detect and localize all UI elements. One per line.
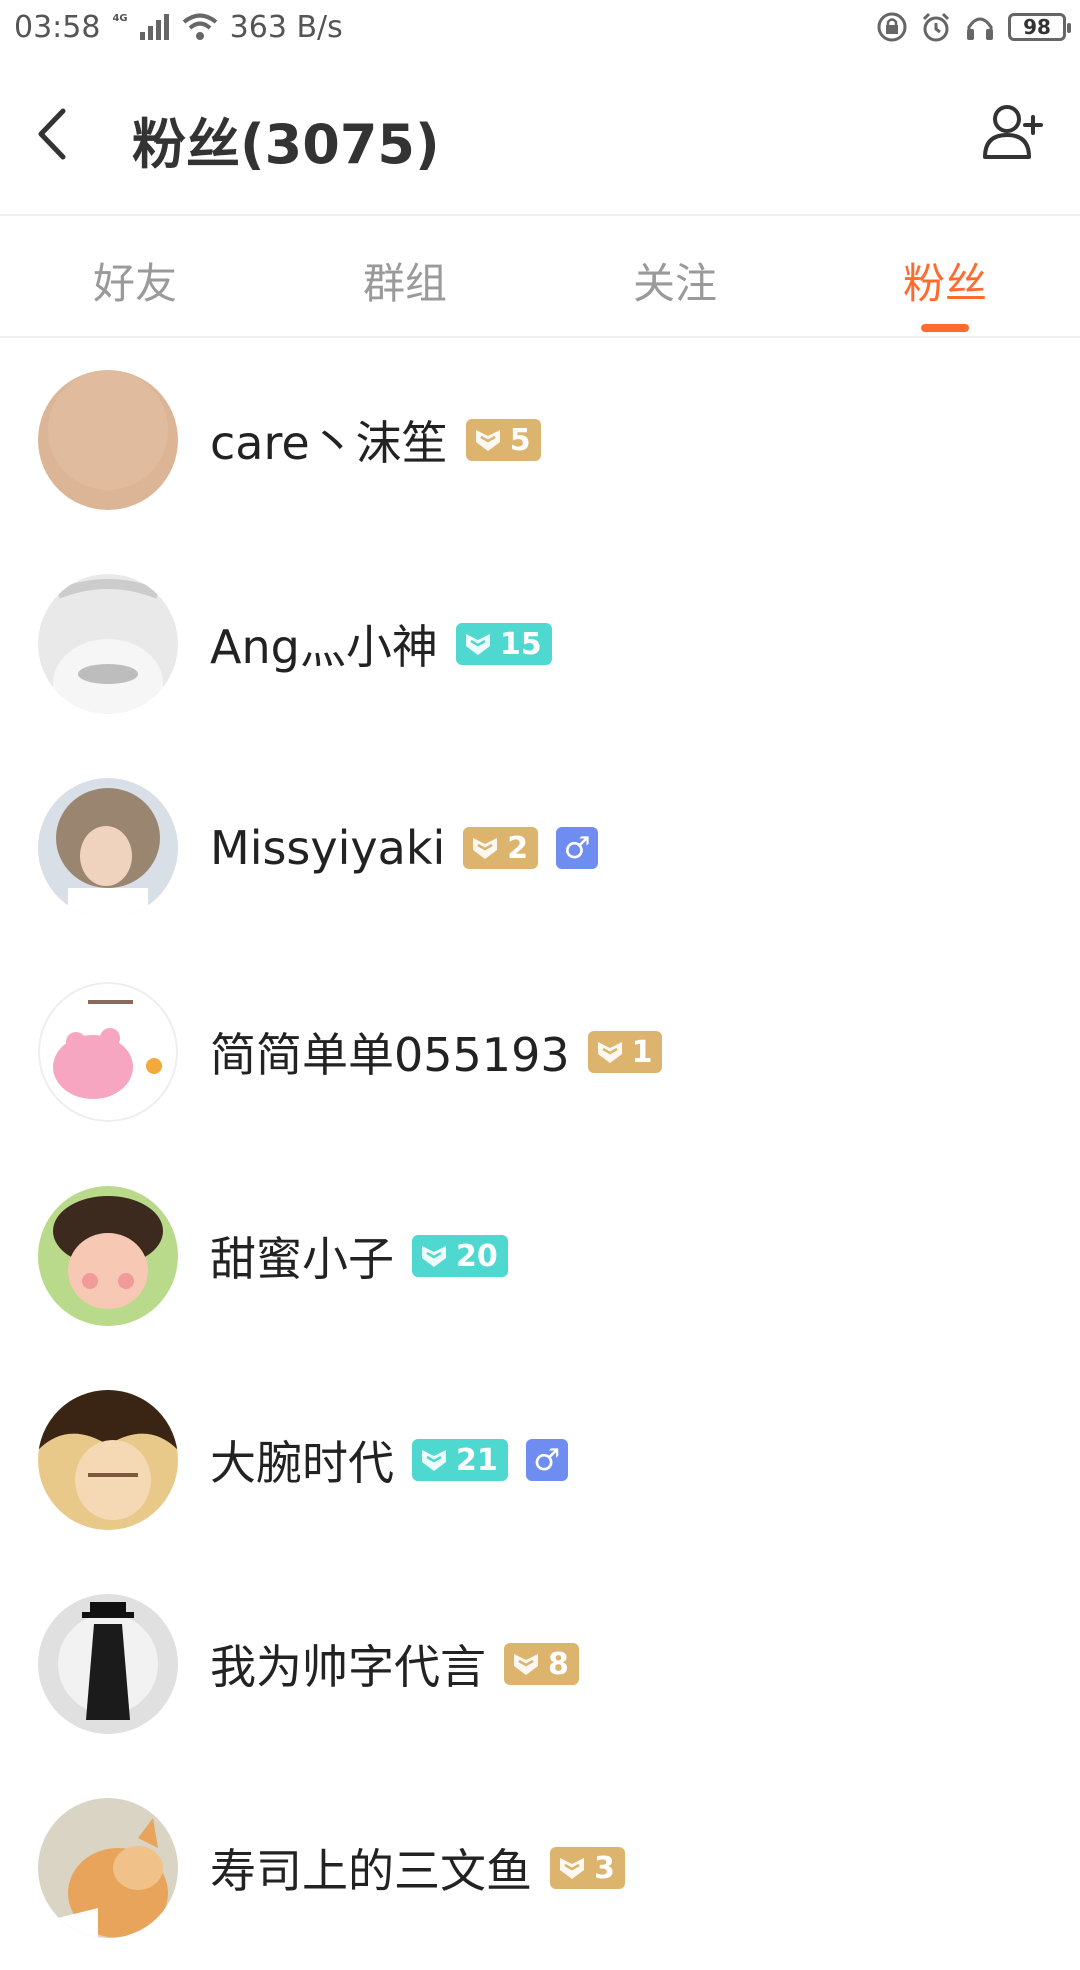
fan-name: Missyiyaki xyxy=(210,821,446,875)
list-item[interactable]: care丶沫笙 5 xyxy=(0,338,1080,542)
back-arrow-icon xyxy=(35,107,71,165)
list-item[interactable]: Ang灬小神 15 xyxy=(0,542,1080,746)
fan-name: 我为帅字代言 xyxy=(210,1640,486,1694)
fan-info: 简简单单055193 1 xyxy=(210,1019,663,1085)
level-value: 8 xyxy=(548,1646,569,1682)
network-type: 4G xyxy=(112,13,128,24)
list-item[interactable]: 甜蜜小子 20 xyxy=(0,1154,1080,1358)
status-bar-left: 03:58 4G 363 B/s xyxy=(14,10,343,45)
level-value: 3 xyxy=(594,1850,615,1886)
level-badge: 3 xyxy=(550,1847,625,1889)
shield-icon xyxy=(420,1243,448,1269)
shield-icon xyxy=(596,1039,624,1065)
network-speed: 363 B/s xyxy=(229,9,343,45)
avatar[interactable] xyxy=(38,1594,178,1734)
level-badge: 5 xyxy=(465,419,541,461)
level-value: 15 xyxy=(499,626,542,662)
fan-info: 寿司上的三文鱼 3 xyxy=(210,1835,625,1901)
level-value: 20 xyxy=(456,1238,498,1274)
alarm-icon xyxy=(920,11,952,43)
fan-name: 寿司上的三文鱼 xyxy=(210,1844,532,1898)
list-item[interactable]: 寿司上的三文鱼 3 xyxy=(0,1766,1080,1970)
battery-icon: 98 xyxy=(1008,13,1071,41)
fan-name: 简简单单055193 xyxy=(210,1028,570,1082)
shield-icon xyxy=(512,1651,540,1677)
avatar[interactable] xyxy=(38,778,178,918)
list-item[interactable]: 简简单单055193 1 xyxy=(0,950,1080,1154)
fan-name: Ang灬小神 xyxy=(210,620,438,674)
top-header: 粉丝(3075) xyxy=(0,54,1080,216)
add-user-icon xyxy=(981,103,1047,165)
back-button[interactable] xyxy=(26,104,80,168)
level-badge: 15 xyxy=(455,623,552,665)
avatar[interactable] xyxy=(38,982,178,1122)
list-item[interactable]: 我为帅字代言 8 xyxy=(0,1562,1080,1766)
avatar[interactable] xyxy=(38,370,178,510)
tab-fans[interactable]: 粉丝 xyxy=(810,216,1080,336)
level-badge: 1 xyxy=(587,1031,663,1073)
tab-following[interactable]: 关注 xyxy=(540,216,810,336)
shield-icon xyxy=(420,1447,448,1473)
shield-icon xyxy=(464,631,492,657)
level-value: 21 xyxy=(456,1442,498,1478)
battery-level: 98 xyxy=(1023,15,1051,39)
level-badge: 20 xyxy=(412,1235,508,1277)
fan-info: Missyiyaki 2 ♂ xyxy=(210,821,599,875)
wifi-icon xyxy=(182,13,218,41)
status-time: 03:58 xyxy=(14,9,101,45)
add-user-button[interactable] xyxy=(978,102,1050,166)
avatar[interactable] xyxy=(38,1390,178,1530)
lock-rotation-icon xyxy=(876,11,908,43)
male-icon: ♂ xyxy=(556,827,599,869)
fan-info: 大腕时代 21 ♂ xyxy=(210,1427,568,1493)
fan-info: 甜蜜小子 20 xyxy=(210,1223,508,1289)
level-value: 1 xyxy=(631,1034,653,1070)
shield-icon xyxy=(471,835,499,861)
level-badge: 2 xyxy=(463,827,539,869)
fan-info: care丶沫笙 5 xyxy=(210,407,541,473)
list-item[interactable]: Missyiyaki 2 ♂ xyxy=(0,746,1080,950)
shield-icon xyxy=(558,1855,586,1881)
level-badge: 8 xyxy=(504,1643,579,1685)
fan-info: 我为帅字代言 8 xyxy=(210,1631,579,1697)
avatar[interactable] xyxy=(38,1186,178,1326)
page-title: 粉丝(3075) xyxy=(132,113,440,176)
level-value: 5 xyxy=(509,422,531,458)
fan-name: care丶沫笙 xyxy=(210,416,448,470)
shield-icon xyxy=(474,427,502,453)
fans-list: care丶沫笙 5 Ang灬小神 15 Missyiyaki 2 ♂ 简简单单0… xyxy=(0,338,1080,1970)
status-bar: 03:58 4G 363 B/s 98 xyxy=(0,0,1080,54)
fan-info: Ang灬小神 15 xyxy=(210,611,552,677)
status-bar-right: 98 xyxy=(876,11,1071,43)
avatar[interactable] xyxy=(38,1798,178,1938)
headphones-icon xyxy=(964,11,996,43)
tab-bar: 好友 群组 关注 粉丝 xyxy=(0,216,1080,338)
fan-name: 大腕时代 xyxy=(210,1436,394,1490)
tab-groups[interactable]: 群组 xyxy=(270,216,540,336)
male-icon: ♂ xyxy=(525,1439,568,1481)
list-item[interactable]: 大腕时代 21 ♂ xyxy=(0,1358,1080,1562)
avatar[interactable] xyxy=(38,574,178,714)
level-value: 2 xyxy=(507,830,529,866)
level-badge: 21 xyxy=(412,1439,508,1481)
signal-icon xyxy=(139,14,170,40)
fan-name: 甜蜜小子 xyxy=(210,1232,394,1286)
tab-friends[interactable]: 好友 xyxy=(0,216,270,336)
